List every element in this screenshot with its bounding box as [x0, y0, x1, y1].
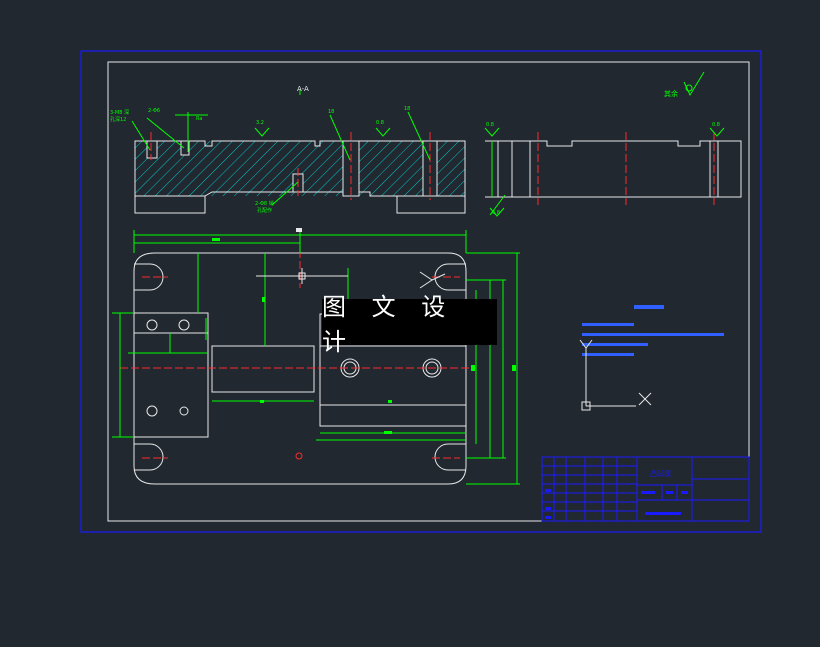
svg-text:0.8: 0.8 — [486, 122, 494, 128]
svg-text:0.8: 0.8 — [492, 210, 500, 216]
leader-arrows — [419, 271, 446, 289]
side-view-centerlines — [537, 132, 715, 205]
svg-text:2-Φ8 销: 2-Φ8 销 — [255, 200, 274, 207]
watermark-label: 图 文 设 计 — [322, 293, 497, 356]
svg-text:18: 18 — [328, 109, 334, 115]
technical-requirements — [582, 305, 724, 356]
side-view — [485, 140, 742, 198]
crosshair-cursor-icon — [256, 268, 348, 284]
svg-text:3-M8 深: 3-M8 深 — [110, 109, 129, 116]
title-block-drawing-title: 凸凹模 — [650, 469, 671, 478]
section-view — [134, 132, 466, 214]
svg-text:0.8: 0.8 — [712, 122, 720, 128]
svg-text:18: 18 — [404, 106, 410, 112]
roughness-symbol-icon — [683, 71, 705, 97]
svg-text:Ra: Ra — [196, 116, 202, 122]
svg-text:2-Φ6: 2-Φ6 — [148, 108, 160, 114]
svg-text:孔配作: 孔配作 — [257, 207, 272, 214]
ucs-axis-icon — [579, 339, 652, 411]
plan-view-markers — [295, 452, 303, 460]
svg-text:孔深12: 孔深12 — [110, 116, 126, 123]
title-block — [541, 456, 750, 522]
cad-drawing-canvas[interactable]: 3-M8 深 孔深12 2-Φ6 Ra 3.2 0.8 18 18 2-Φ8 销… — [0, 0, 820, 643]
roughness-other-label: 其余 — [664, 89, 678, 98]
side-view-label-texts: 0.8 0.8 0.8 — [486, 122, 720, 216]
section-title: A-A — [297, 85, 309, 93]
svg-text:0.8: 0.8 — [376, 120, 384, 126]
svg-text:3.2: 3.2 — [256, 120, 264, 126]
